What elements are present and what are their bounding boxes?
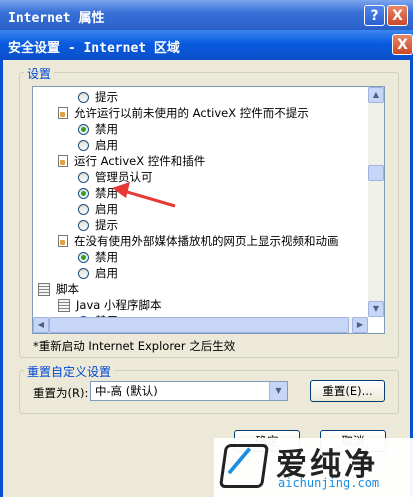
back-window-title: Internet 属性 [8, 11, 105, 26]
horizontal-scroll-thumb[interactable] [49, 317, 349, 333]
radio-icon[interactable] [78, 91, 89, 103]
list-item-label: 启用 [95, 138, 118, 152]
list-item: 脚本 [38, 281, 79, 297]
settings-group-label: 设置 [24, 65, 55, 82]
dialog-close-button[interactable]: X [392, 34, 413, 55]
reset-level-select[interactable]: 中-高 (默认) ▼ [90, 381, 288, 401]
list-item[interactable]: 启用 [78, 137, 118, 153]
reset-to-label: 重置为(R): [33, 386, 89, 400]
reset-level-value: 中-高 (默认) [95, 384, 158, 398]
chevron-down-icon[interactable]: ▼ [269, 382, 287, 400]
radio-icon[interactable] [78, 139, 89, 151]
radio-icon[interactable] [78, 219, 89, 231]
list-item: 在没有使用外部媒体播放机的网页上显示视频和动画 [58, 233, 339, 249]
list-item: 允许运行以前未使用的 ActiveX 控件而不提示 [58, 105, 309, 121]
list-item-label: 禁用 [95, 186, 118, 200]
back-close-button[interactable]: X [387, 5, 408, 26]
radio-icon[interactable] [78, 203, 89, 215]
list-item[interactable]: 禁用 [78, 249, 118, 265]
list-item-label: Java 小程序脚本 [76, 298, 162, 312]
scroll-right-icon[interactable]: ▶ [352, 317, 368, 333]
list-item-label: 禁用 [95, 250, 118, 264]
list-item: 运行 ActiveX 控件和插件 [58, 153, 205, 169]
list-item: Java 小程序脚本 [58, 297, 161, 313]
list-item-label: 禁用 [95, 122, 118, 136]
list-item[interactable]: 管理员认可 [78, 169, 153, 185]
radio-icon[interactable] [78, 187, 89, 199]
back-window-titlebar: Internet 属性 [0, 0, 413, 30]
brand-logo-icon [218, 444, 270, 488]
radio-icon[interactable] [78, 267, 89, 279]
list-item[interactable]: 启用 [78, 265, 118, 281]
list-item[interactable]: 禁用 [78, 185, 118, 201]
setting-icon [58, 107, 68, 119]
horizontal-scrollbar[interactable]: ◀ ▶ [33, 317, 368, 333]
script-icon [38, 282, 50, 296]
watermark-url: aichunjing.com [278, 476, 380, 490]
vertical-scrollbar[interactable]: ▲ ▼ [368, 87, 384, 317]
vertical-scroll-thumb[interactable] [368, 165, 384, 181]
setting-icon [58, 235, 68, 247]
list-item-label: 管理员认可 [95, 170, 153, 184]
reset-group-label: 重置自定义设置 [24, 363, 115, 380]
scroll-down-icon[interactable]: ▼ [368, 301, 384, 317]
list-item-label: 提示 [95, 90, 118, 104]
list-item-label: 脚本 [56, 282, 79, 296]
watermark: 爱纯净 aichunjing.com [214, 438, 413, 497]
list-item[interactable]: 提示 [78, 217, 118, 233]
list-item[interactable]: 启用 [78, 201, 118, 217]
list-item-label: 运行 ActiveX 控件和插件 [74, 154, 206, 168]
list-item[interactable]: 禁用 [78, 121, 118, 137]
reset-button[interactable]: 重置(E)... [310, 380, 385, 402]
list-item-label: 提示 [95, 218, 118, 232]
scroll-left-icon[interactable]: ◀ [33, 317, 49, 333]
radio-icon[interactable] [78, 171, 89, 183]
dialog-title: 安全设置 - Internet 区域 [8, 41, 180, 56]
dialog-titlebar: 安全设置 - Internet 区域 [0, 30, 413, 60]
radio-icon[interactable] [78, 251, 89, 263]
help-button[interactable]: ? [364, 5, 385, 26]
list-item-label: 启用 [95, 202, 118, 216]
settings-tree[interactable]: 提示 允许运行以前未使用的 ActiveX 控件而不提示 禁用 启用 运行 Ac… [32, 86, 385, 334]
list-item-label: 允许运行以前未使用的 ActiveX 控件而不提示 [74, 106, 309, 120]
list-item-label: 在没有使用外部媒体播放机的网页上显示视频和动画 [74, 234, 339, 248]
restart-note: *重新启动 Internet Explorer 之后生效 [33, 339, 236, 353]
list-item[interactable]: 提示 [78, 89, 118, 105]
scroll-up-icon[interactable]: ▲ [368, 87, 384, 103]
setting-icon [58, 155, 68, 167]
script-icon [58, 298, 70, 312]
radio-icon[interactable] [78, 123, 89, 135]
list-item-label: 启用 [95, 266, 118, 280]
